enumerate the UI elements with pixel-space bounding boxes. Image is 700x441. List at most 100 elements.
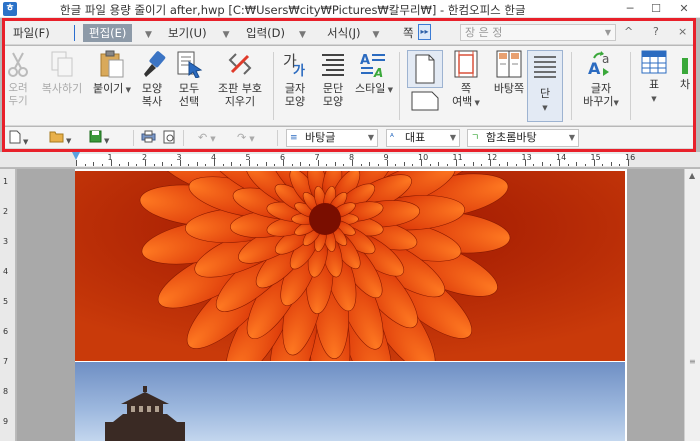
tab-insert[interactable]: 입력(D) ▼ bbox=[246, 24, 306, 42]
page-layout-button[interactable] bbox=[407, 50, 443, 88]
new-doc-button[interactable]: ▼ bbox=[9, 130, 28, 146]
ruler-tick bbox=[188, 164, 190, 166]
ruler-tick bbox=[576, 162, 578, 166]
preview-icon bbox=[163, 130, 175, 144]
scroll-up-arrow[interactable]: ▲ bbox=[689, 171, 695, 180]
app-icon[interactable]: ㅎ bbox=[3, 2, 17, 16]
ruler-number: 12 bbox=[487, 153, 498, 162]
ruler-tick bbox=[533, 164, 535, 166]
ruler-tick bbox=[377, 164, 379, 166]
ruler-tick bbox=[239, 164, 241, 166]
ruler-tick bbox=[541, 162, 543, 166]
page-margin-label: 쪽 여백 ▼ bbox=[452, 82, 480, 108]
ruler-number: 14 bbox=[556, 153, 567, 162]
lighthouse-photo[interactable] bbox=[75, 362, 625, 441]
margin-icon bbox=[454, 50, 478, 78]
table-button[interactable]: 표 ▼ bbox=[637, 50, 671, 122]
clear-format-code-button[interactable]: 조판 부호 지우기 bbox=[212, 50, 268, 122]
ruler-tick bbox=[515, 164, 517, 166]
horizontal-ruler[interactable]: 1 2 3 4 5 6 7 8 9 10 11 12 13 14 15 16 bbox=[0, 152, 700, 168]
vruler-number: 3 bbox=[3, 237, 9, 246]
page-landscape-button[interactable] bbox=[409, 90, 441, 122]
master-page-icon bbox=[496, 50, 522, 78]
tab-format[interactable]: 서식(J) ▼ bbox=[327, 24, 379, 42]
close-doc-icon[interactable]: × bbox=[678, 25, 687, 38]
font-language-select[interactable]: ᴬ 대표 ▼ bbox=[386, 129, 460, 147]
ruler-tick bbox=[429, 164, 431, 166]
format-copy-label: 모양 복사 bbox=[141, 82, 163, 108]
table-label: 표 ▼ bbox=[648, 78, 660, 103]
ruler-tick bbox=[438, 162, 440, 166]
table-icon bbox=[641, 50, 667, 74]
help-icon[interactable]: ? bbox=[653, 25, 659, 38]
maximize-button[interactable]: ☐ bbox=[648, 1, 664, 16]
ruler-tick bbox=[412, 164, 414, 166]
minimize-button[interactable]: ─ bbox=[622, 1, 638, 16]
save-button[interactable]: ▼ bbox=[89, 130, 109, 146]
ruler-tick bbox=[343, 164, 345, 166]
tab-file[interactable]: 파일(F) bbox=[13, 24, 50, 42]
ruler-tick bbox=[395, 164, 397, 166]
style-button[interactable]: AA 스타일 ▼ bbox=[355, 50, 393, 122]
char-shape-button[interactable]: 가가 글자 모양 bbox=[280, 50, 310, 122]
chart-button[interactable]: 차 bbox=[677, 50, 693, 122]
font-name-select[interactable]: ㄱ 함초롬바탕 ▼ bbox=[467, 129, 579, 147]
vruler-number: 2 bbox=[3, 207, 9, 216]
format-copy-button[interactable]: 모양 복사 bbox=[137, 50, 167, 122]
close-button[interactable]: ✕ bbox=[676, 1, 692, 16]
document-page[interactable] bbox=[75, 169, 627, 441]
tab-edit-dropdown[interactable]: ▼ bbox=[142, 24, 152, 42]
tab-edit[interactable]: 편집(E) bbox=[83, 24, 133, 42]
ruler-tick bbox=[326, 164, 328, 166]
ruler-tick bbox=[550, 164, 552, 166]
more-tabs-button[interactable]: ▸▸ bbox=[418, 24, 431, 40]
ruler-tick bbox=[93, 162, 95, 166]
ribbon-separator bbox=[399, 52, 400, 120]
ruler-tick bbox=[162, 162, 164, 166]
print-button[interactable] bbox=[141, 130, 156, 146]
ruler-number: 1 bbox=[107, 153, 113, 162]
copy-button[interactable]: 복사하기 bbox=[37, 50, 87, 122]
style-name-combo[interactable]: 장 은 정 ▼ bbox=[460, 24, 616, 41]
columns-button[interactable]: 단 ▼ bbox=[527, 50, 563, 122]
preview-button[interactable] bbox=[162, 130, 176, 146]
ribbon-collapse-icon[interactable]: ^ bbox=[624, 25, 633, 38]
ruler-tick bbox=[507, 162, 509, 166]
document-area[interactable] bbox=[17, 169, 684, 441]
cut-button[interactable]: 오려 두기 bbox=[5, 50, 31, 122]
quick-toolbar: ▼ ▼ ▼ ↶ ▼ ↷ ▼ ≡ 바탕글 ▼ ᴬ 대표 ▼ ㄱ 함초롬바탕 ▼ bbox=[5, 127, 693, 149]
open-button[interactable]: ▼ bbox=[49, 130, 71, 146]
ruler-tick bbox=[265, 162, 267, 166]
tab-page[interactable]: 쪽 bbox=[403, 24, 414, 42]
flower-photo[interactable] bbox=[75, 171, 625, 361]
vertical-ruler[interactable]: 12345678910 bbox=[0, 169, 16, 441]
ruler-tick bbox=[300, 162, 302, 166]
tab-view[interactable]: 보기(U) ▼ bbox=[168, 24, 229, 42]
pavilion-image bbox=[105, 386, 185, 441]
master-page-button[interactable]: 바탕쪽 bbox=[489, 50, 529, 122]
scroll-grip[interactable]: ≡ bbox=[689, 357, 696, 366]
columns-label: 단 ▼ bbox=[539, 87, 551, 112]
redo-icon: ↷ bbox=[237, 131, 247, 144]
paragraph-style-select[interactable]: ≡ 바탕글 ▼ bbox=[286, 129, 378, 147]
replace-char-button[interactable]: Aa 글자 바꾸기▼ bbox=[578, 50, 624, 122]
folder-icon bbox=[49, 131, 64, 143]
undo-button[interactable]: ↶ ▼ bbox=[198, 130, 216, 146]
ruler-tick bbox=[464, 164, 466, 166]
paste-button[interactable]: 붙이기 ▼ bbox=[93, 50, 131, 122]
ruler-tick bbox=[127, 162, 129, 166]
ribbon-separator bbox=[273, 52, 274, 120]
redo-button[interactable]: ↷ ▼ bbox=[237, 130, 255, 146]
page-margin-button[interactable]: 쪽 여백 ▼ bbox=[448, 50, 484, 122]
vruler-number: 7 bbox=[3, 357, 9, 366]
paragraph-shape-button[interactable]: 문단 모양 bbox=[318, 50, 348, 122]
vertical-scrollbar[interactable]: ▲ ≡ bbox=[684, 169, 700, 441]
svg-text:A: A bbox=[373, 66, 383, 78]
paragraph-shape-icon bbox=[322, 54, 344, 76]
char-shape-icon: 가가 bbox=[283, 52, 305, 78]
select-all-button[interactable]: 모두 선택 bbox=[174, 50, 204, 122]
ribbon: 오려 두기 복사하기 붙이기 ▼ 모양 복사 모두 선택 조판 부호 지우기 가… bbox=[5, 46, 693, 126]
ruler-number: 13 bbox=[521, 153, 532, 162]
cut-label: 오려 두기 bbox=[8, 82, 28, 107]
ruler-number: 2 bbox=[142, 153, 148, 162]
